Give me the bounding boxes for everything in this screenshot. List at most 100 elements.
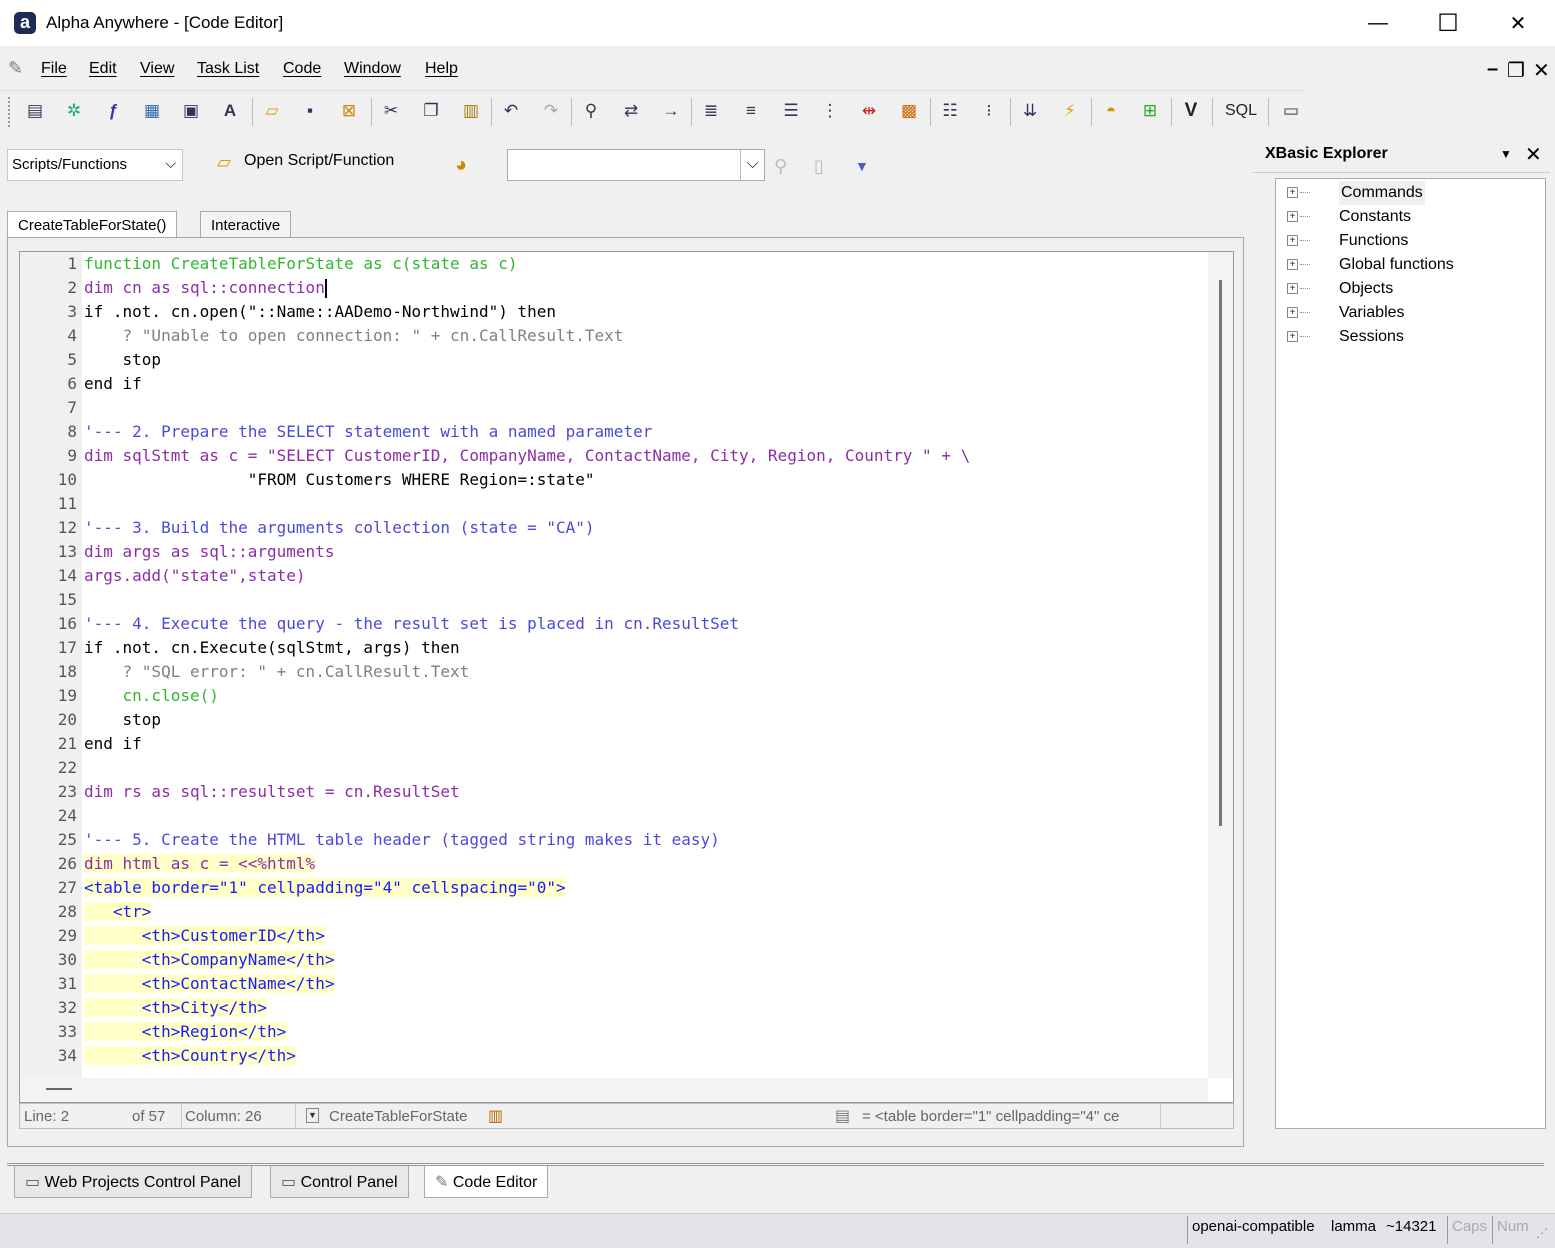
- scrollbar-thumb[interactable]: [1219, 280, 1222, 826]
- cut-icon[interactable]: ✂: [378, 98, 404, 124]
- code-editor[interactable]: 1 2 3 4 5 6 7 8 9 10 11 12 13 14 15 16 17 18 19 20 21 22 23 24 2…: [19, 251, 1234, 1103]
- code-line[interactable]: ? "SQL error: " + cn.CallResult.Text: [84, 660, 1204, 684]
- code-line[interactable]: dim rs as sql::resultset = cn.ResultSet: [84, 780, 1204, 804]
- tree-item[interactable]: + Constants: [1276, 205, 1545, 229]
- window-icon[interactable]: ▭: [1278, 98, 1304, 124]
- tab-web-projects-control-panel[interactable]: ▭ Web Projects Control Panel: [14, 1166, 252, 1198]
- code-line[interactable]: "FROM Customers WHERE Region=:state": [84, 468, 1204, 492]
- function-dropdown-icon[interactable]: ▼: [306, 1108, 319, 1123]
- expand-icon[interactable]: +: [1287, 235, 1298, 246]
- lightning-icon[interactable]: ⚡: [1057, 98, 1083, 124]
- open-folder-icon[interactable]: ▱: [259, 98, 285, 124]
- code-line[interactable]: <th>ContactName</th>: [84, 972, 1204, 996]
- horizontal-scrollbar[interactable]: [20, 1078, 1208, 1102]
- mdi-restore-button[interactable]: ❐: [1507, 58, 1525, 83]
- copy-icon[interactable]: ❐: [418, 98, 444, 124]
- code-line[interactable]: stop: [84, 348, 1204, 372]
- new-script-icon[interactable]: ▤: [22, 98, 48, 124]
- code-search-combo[interactable]: ⌵: [507, 149, 765, 181]
- close-button[interactable]: ✕: [1483, 0, 1553, 46]
- menu-edit[interactable]: Edit: [89, 60, 117, 78]
- search-icon[interactable]: ⚲: [774, 156, 787, 177]
- mdi-minimize-button[interactable]: –: [1487, 58, 1498, 81]
- tree-item[interactable]: + Sessions: [1276, 325, 1545, 349]
- tree-item[interactable]: + Variables: [1276, 301, 1545, 325]
- replace-icon[interactable]: ⇄: [618, 98, 644, 124]
- add-icon[interactable]: ⊞: [1137, 98, 1163, 124]
- split-icon[interactable]: ⇹: [856, 98, 882, 124]
- code-line[interactable]: end if: [84, 732, 1204, 756]
- verify-button[interactable]: V: [1178, 98, 1204, 124]
- menu-help[interactable]: Help: [425, 60, 458, 78]
- code-area[interactable]: function CreateTableForState as c(state …: [84, 252, 1204, 1068]
- document-icon[interactable]: ▯: [814, 156, 824, 177]
- code-line[interactable]: <tr>: [84, 900, 1204, 924]
- tree-item[interactable]: + Commands: [1276, 181, 1545, 205]
- expand-icon[interactable]: +: [1287, 211, 1298, 222]
- palette-icon[interactable]: ◕: [455, 154, 467, 177]
- code-line[interactable]: '--- 5. Create the HTML table header (ta…: [84, 828, 1204, 852]
- chevron-down-icon[interactable]: ⌵: [740, 150, 764, 180]
- book-icon[interactable]: ▥: [488, 1106, 503, 1126]
- menu-view[interactable]: View: [140, 60, 174, 78]
- code-line[interactable]: cn.close(): [84, 684, 1204, 708]
- code-line[interactable]: <th>City</th>: [84, 996, 1204, 1020]
- paste-icon[interactable]: ▥: [458, 98, 484, 124]
- new-function-icon[interactable]: ✲: [61, 98, 87, 124]
- scripts-functions-select[interactable]: Scripts/Functions ⌵: [7, 149, 183, 181]
- minimize-button[interactable]: —: [1343, 0, 1413, 46]
- code-line[interactable]: <th>Country</th>: [84, 1044, 1204, 1068]
- list-icon[interactable]: ☷: [937, 98, 963, 124]
- code-line[interactable]: <th>CustomerID</th>: [84, 924, 1204, 948]
- outdent-icon[interactable]: ≡: [738, 98, 764, 124]
- save-icon[interactable]: ▪: [297, 98, 323, 124]
- redo-icon[interactable]: ↷: [538, 98, 564, 124]
- code-line[interactable]: dim sqlStmt as c = "SELECT CustomerID, C…: [84, 444, 1204, 468]
- mdi-close-button[interactable]: ✕: [1533, 58, 1550, 83]
- code-line[interactable]: [84, 396, 1204, 420]
- toolbar-grip[interactable]: [8, 97, 12, 127]
- tree-item[interactable]: + Global functions: [1276, 253, 1545, 277]
- code-line[interactable]: <th>Region</th>: [84, 1020, 1204, 1044]
- collapse-icon[interactable]: ⇊: [1017, 98, 1043, 124]
- menu-code[interactable]: Code: [283, 60, 321, 78]
- code-line[interactable]: <table border="1" cellpadding="4" cellsp…: [84, 876, 1204, 900]
- vertical-scrollbar[interactable]: [1208, 252, 1233, 1078]
- code-line[interactable]: '--- 2. Prepare the SELECT statement wit…: [84, 420, 1204, 444]
- code-line[interactable]: if .not. cn.Execute(sqlStmt, args) then: [84, 636, 1204, 660]
- open-script-button[interactable]: Open Script/Function: [244, 152, 394, 170]
- find-icon[interactable]: ⚲: [578, 98, 604, 124]
- font-icon[interactable]: A: [217, 98, 243, 124]
- expand-icon[interactable]: +: [1287, 307, 1298, 318]
- properties-icon[interactable]: ▣: [178, 98, 204, 124]
- save-close-icon[interactable]: ⊠: [336, 98, 362, 124]
- genie-icon[interactable]: ◓: [1098, 98, 1124, 124]
- resize-grip-icon[interactable]: ⋰: [1536, 1226, 1548, 1240]
- code-line[interactable]: [84, 804, 1204, 828]
- xbasic-explorer-tree[interactable]: + Commands + Constants + Functions + Global fun…: [1275, 178, 1546, 1129]
- dropdown-arrow-icon[interactable]: ▼: [855, 158, 869, 174]
- tab-code-editor[interactable]: ✎ Code Editor: [424, 1166, 549, 1198]
- indent-icon[interactable]: ≣: [698, 98, 724, 124]
- dropdown-arrow-icon[interactable]: ▼: [1500, 147, 1512, 161]
- code-line[interactable]: dim args as sql::arguments: [84, 540, 1204, 564]
- goto-icon[interactable]: →: [658, 98, 684, 124]
- align-right-icon[interactable]: ⋮: [817, 98, 843, 124]
- expand-icon[interactable]: +: [1287, 187, 1298, 198]
- code-line[interactable]: '--- 3. Build the arguments collection (…: [84, 516, 1204, 540]
- expand-icon[interactable]: +: [1287, 259, 1298, 270]
- code-line[interactable]: '--- 4. Execute the query - the result s…: [84, 612, 1204, 636]
- code-line[interactable]: if .not. cn.open("::Name::AADemo-Northwi…: [84, 300, 1204, 324]
- maximize-button[interactable]: ☐: [1413, 0, 1483, 46]
- format-icon[interactable]: ☰: [778, 98, 804, 124]
- menu-task-list[interactable]: Task List: [197, 60, 259, 78]
- expand-icon[interactable]: +: [1287, 331, 1298, 342]
- tab-createtableforstate[interactable]: CreateTableForState(): [7, 211, 178, 238]
- code-line[interactable]: [84, 492, 1204, 516]
- code-line[interactable]: stop: [84, 708, 1204, 732]
- undo-icon[interactable]: ↶: [498, 98, 524, 124]
- code-line[interactable]: ? "Unable to open connection: " + cn.Cal…: [84, 324, 1204, 348]
- class-icon[interactable]: ▦: [139, 98, 165, 124]
- expand-icon[interactable]: +: [1287, 283, 1298, 294]
- code-line[interactable]: <th>CompanyName</th>: [84, 948, 1204, 972]
